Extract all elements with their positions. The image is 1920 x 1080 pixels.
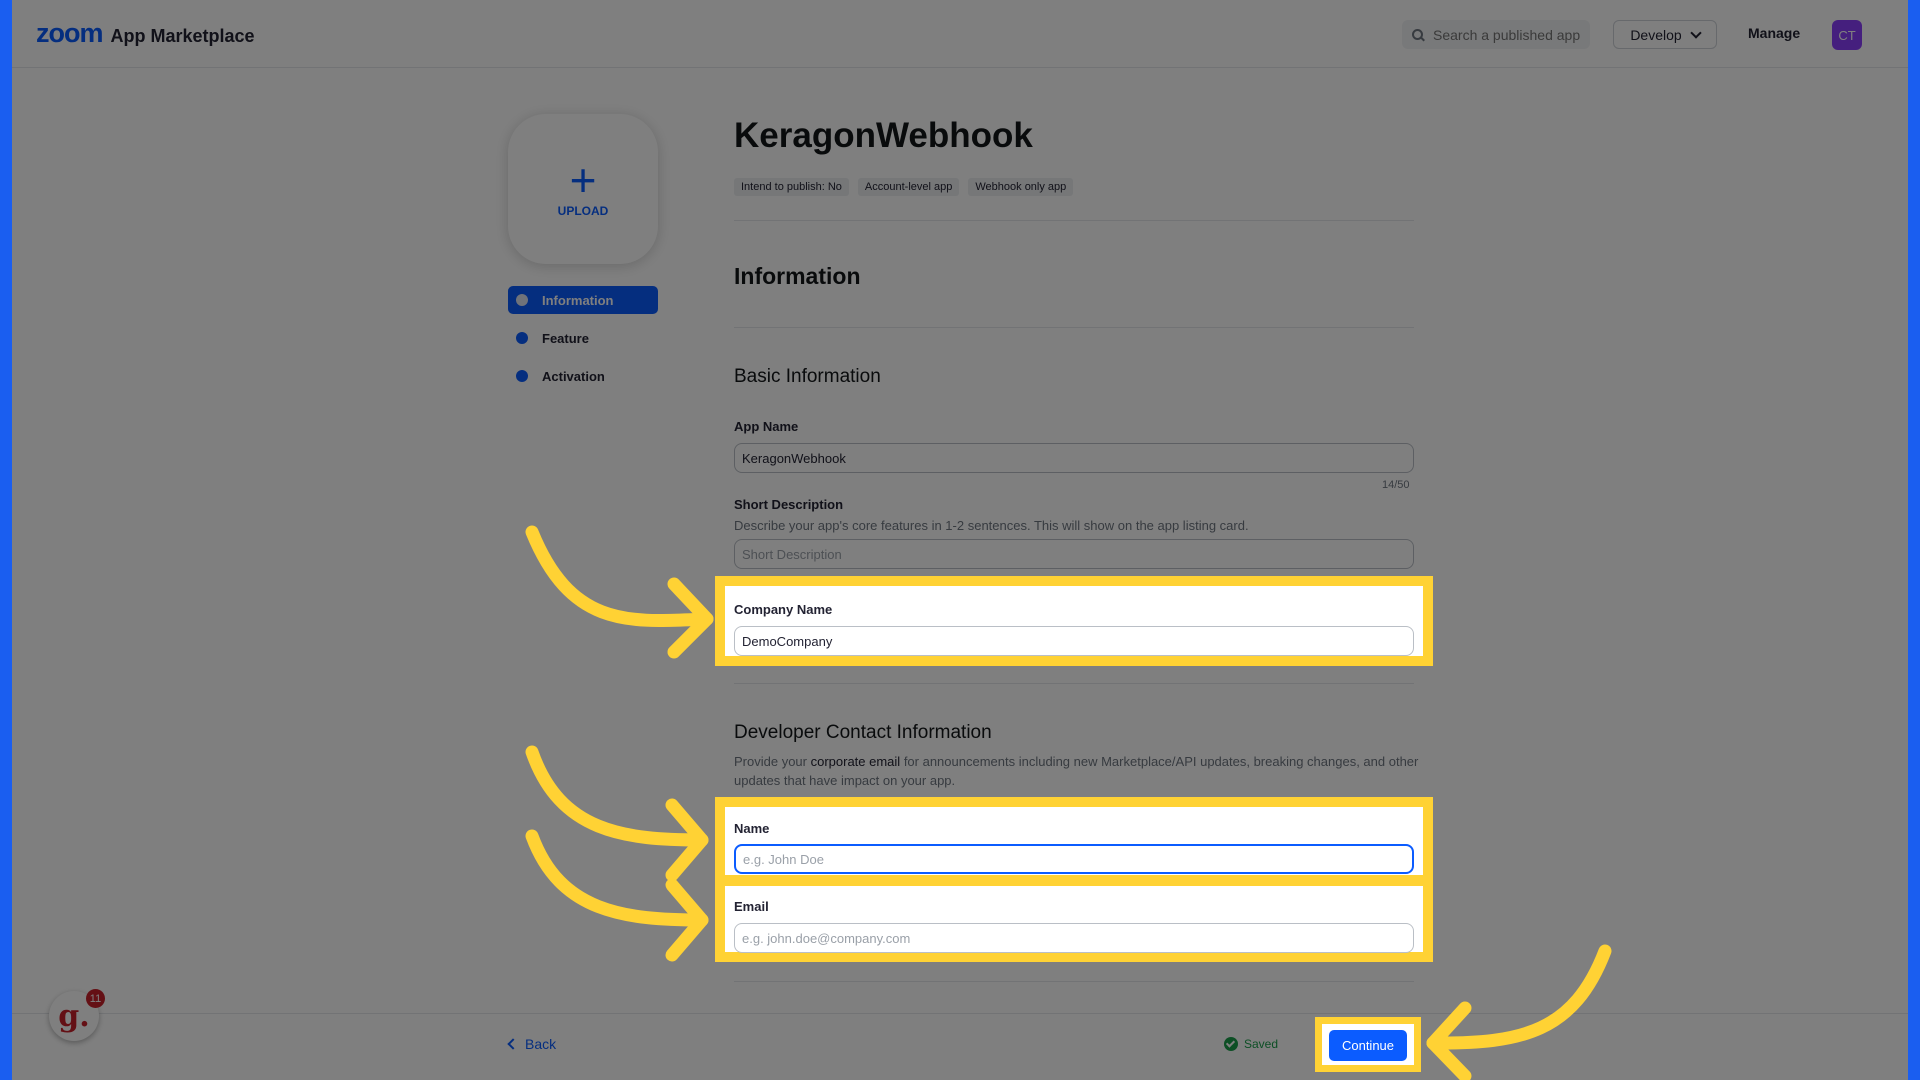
sidebar-item-label: Activation xyxy=(542,368,605,384)
step-dot-icon xyxy=(516,370,528,382)
divider xyxy=(734,981,1414,982)
tag-level: Account-level app xyxy=(857,178,960,196)
app-name-label: App Name xyxy=(734,419,799,434)
search-box[interactable] xyxy=(1402,20,1590,49)
page-title: KeragonWebhook xyxy=(734,116,1033,155)
tag-type: Webhook only app xyxy=(968,178,1074,196)
app-tags: Intend to publish: No Account-level app … xyxy=(734,178,1074,196)
app-name-input[interactable] xyxy=(734,443,1414,473)
upload-icon-button[interactable]: + UPLOAD xyxy=(508,114,658,264)
highlight-company-name: Company Name xyxy=(715,576,1433,666)
arrow-email-head-icon xyxy=(665,878,709,962)
back-button[interactable]: Back xyxy=(507,1036,557,1052)
arrow-company-head-icon xyxy=(667,577,714,659)
back-label: Back xyxy=(525,1036,557,1052)
zoom-logo-icon: zoom xyxy=(36,18,103,48)
search-icon xyxy=(1412,29,1423,40)
divider xyxy=(734,683,1414,684)
name-input[interactable] xyxy=(734,844,1414,874)
help-text-start: Provide your xyxy=(734,754,811,769)
develop-dropdown[interactable]: Develop xyxy=(1613,20,1717,49)
saved-status: Saved xyxy=(1224,1037,1278,1051)
browser-viewport: zoom App Marketplace Develop Manage CT +… xyxy=(12,0,1908,1080)
sidebar-item-label: Information xyxy=(542,292,614,308)
arrow-email-icon xyxy=(525,829,709,927)
developer-contact-help: Provide your corporate email for announc… xyxy=(734,752,1424,790)
chevron-down-icon xyxy=(1690,26,1702,39)
help-text-bold: corporate email xyxy=(810,754,901,769)
upload-label: UPLOAD xyxy=(557,204,609,218)
top-nav: zoom App Marketplace Develop Manage CT xyxy=(12,0,1908,68)
email-label: Email xyxy=(734,899,769,914)
check-circle-icon xyxy=(1224,1037,1238,1051)
highlight-name: Name xyxy=(715,797,1433,885)
sidebar-item-feature[interactable]: Feature xyxy=(508,324,658,352)
arrow-name-head-icon xyxy=(665,798,709,882)
sidebar-item-label: Feature xyxy=(542,330,589,346)
manage-link[interactable]: Manage xyxy=(1748,25,1800,41)
basic-info-title: Basic Information xyxy=(734,366,881,387)
highlight-email: Email xyxy=(715,876,1433,962)
tag-publish: Intend to publish: No xyxy=(734,178,849,196)
search-input[interactable] xyxy=(1431,25,1585,44)
app-name-counter: 14/50 xyxy=(1382,479,1410,491)
footer-bar xyxy=(12,1013,1908,1080)
notification-count-badge: 11 xyxy=(86,989,105,1008)
short-description-input[interactable] xyxy=(734,539,1414,569)
name-label: Name xyxy=(734,821,770,836)
developer-contact-title: Developer Contact Information xyxy=(734,722,992,743)
saved-label: Saved xyxy=(1244,1037,1279,1051)
sidebar-item-activation[interactable]: Activation xyxy=(508,362,658,390)
logo-text: App Marketplace xyxy=(110,26,255,46)
arrow-name-icon xyxy=(525,745,709,847)
section-title: Information xyxy=(734,263,861,289)
continue-button[interactable]: Continue xyxy=(1329,1030,1407,1061)
develop-label: Develop xyxy=(1630,26,1682,43)
email-input[interactable] xyxy=(734,923,1414,953)
plus-icon: + xyxy=(569,154,597,206)
arrow-company-icon xyxy=(525,525,714,627)
zoom-marketplace-logo[interactable]: zoom App Marketplace xyxy=(36,18,255,49)
chevron-left-icon xyxy=(507,1038,519,1050)
highlight-continue: Continue xyxy=(1315,1017,1421,1072)
avatar[interactable]: CT xyxy=(1832,20,1862,50)
step-dot-icon xyxy=(516,294,528,306)
step-dot-icon xyxy=(516,332,528,344)
short-description-label: Short Description xyxy=(734,497,844,512)
sidebar-item-information[interactable]: Information xyxy=(508,286,658,314)
divider xyxy=(734,327,1414,328)
divider xyxy=(734,220,1414,221)
company-name-input[interactable] xyxy=(734,626,1414,656)
company-name-label: Company Name xyxy=(734,602,833,617)
short-description-help: Describe your app's core features in 1-2… xyxy=(734,518,1249,533)
